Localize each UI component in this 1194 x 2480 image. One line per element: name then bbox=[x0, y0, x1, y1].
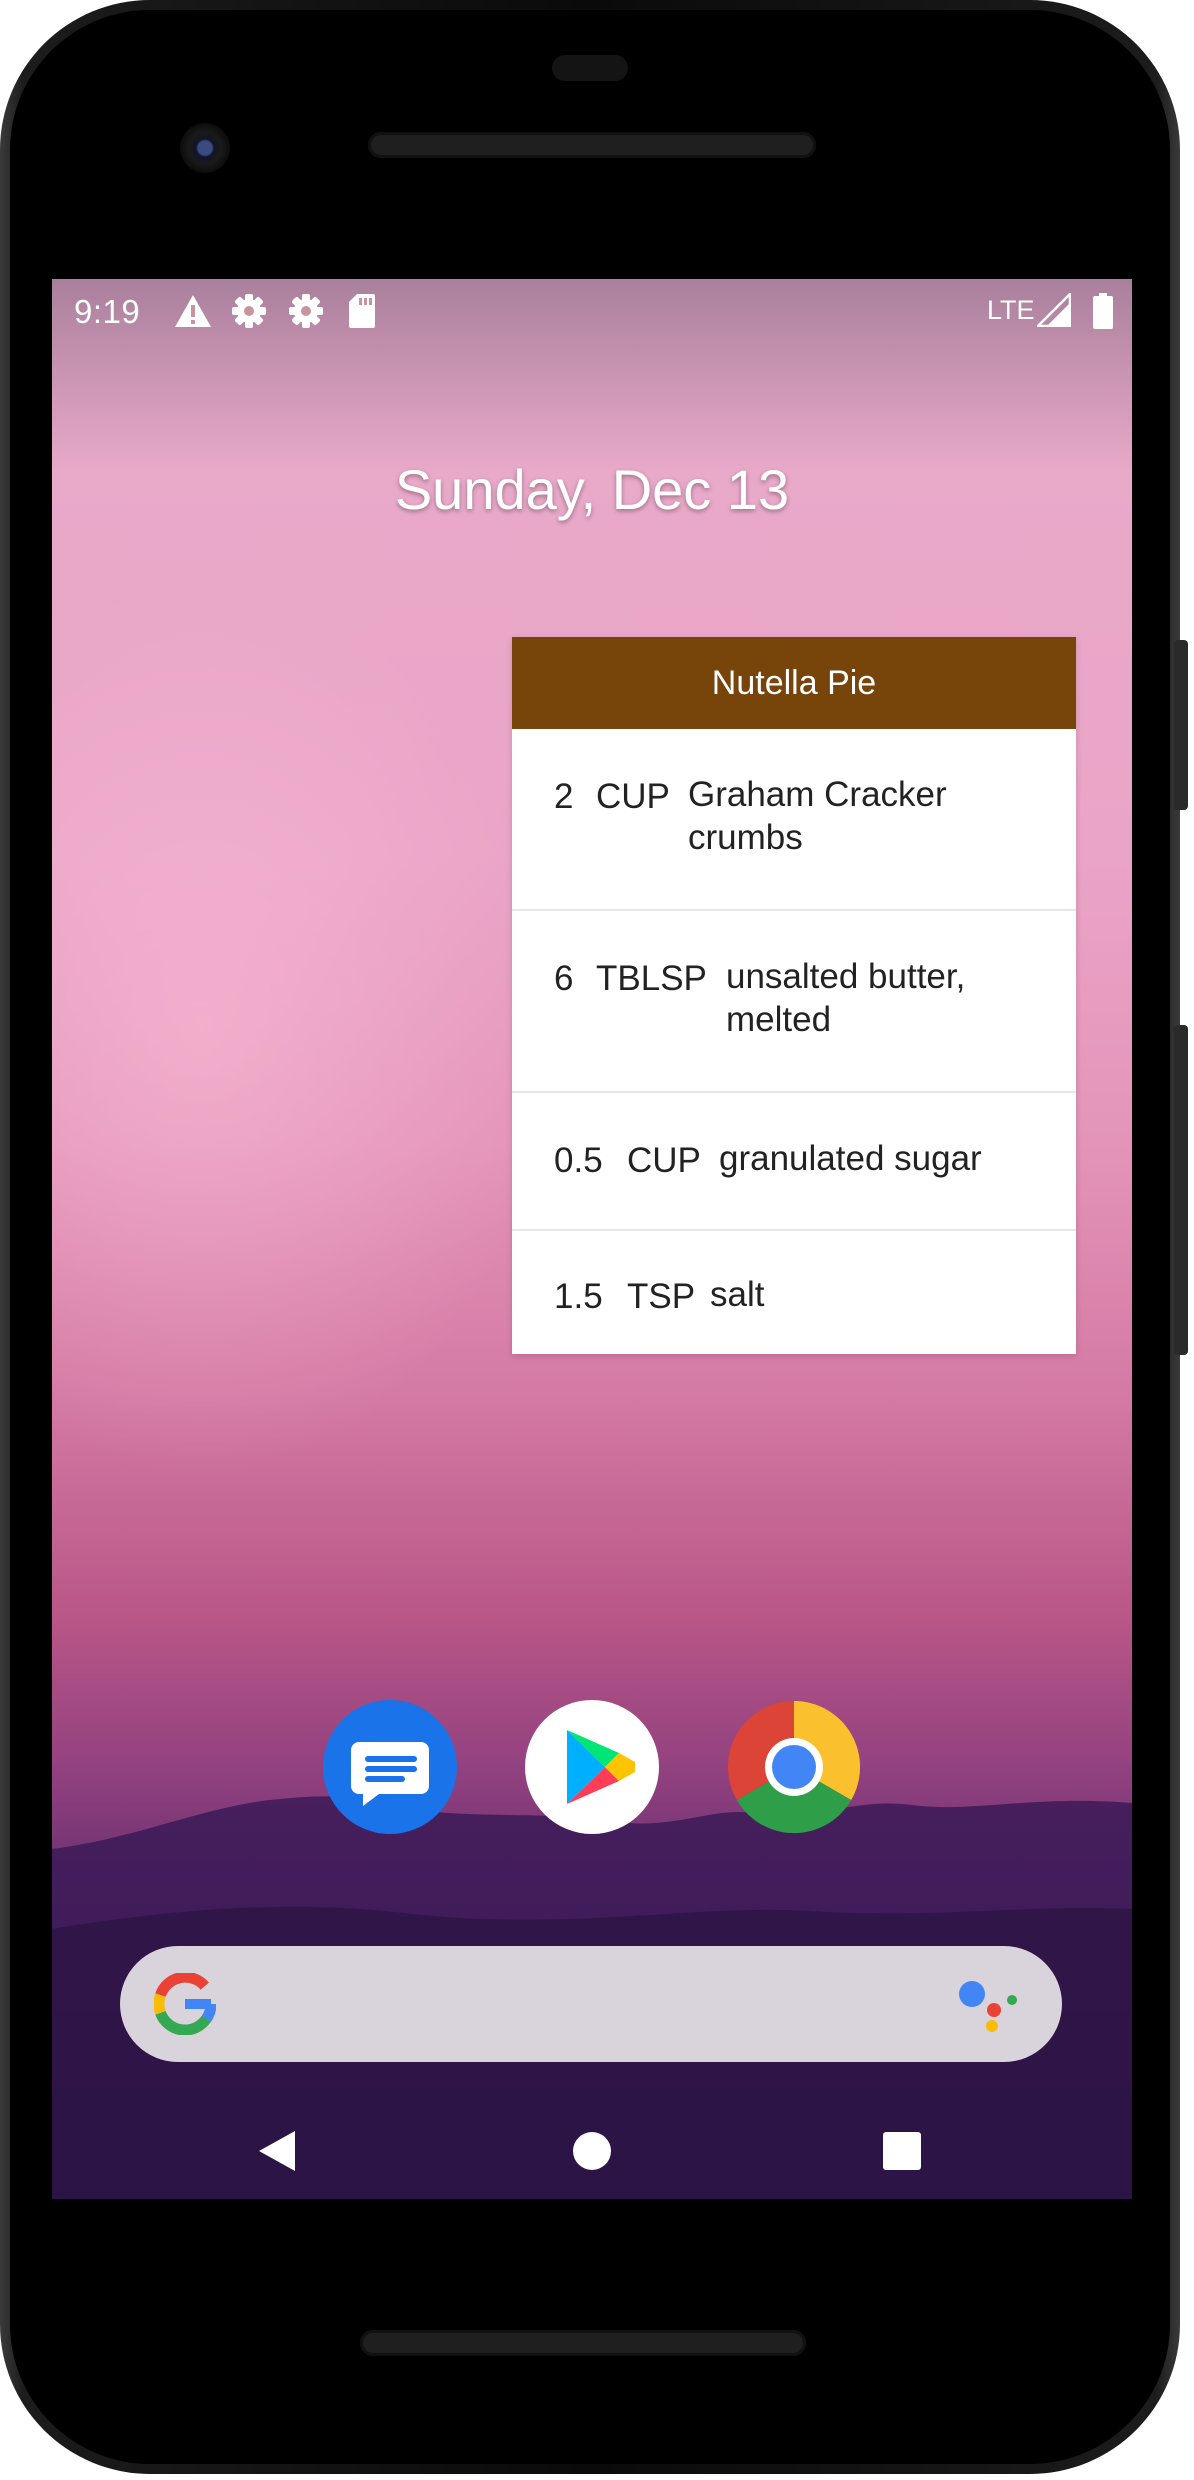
ingredient-row[interactable]: 2 CUP Graham Cracker crumbs bbox=[512, 729, 1076, 911]
bottom-speaker bbox=[360, 2330, 806, 2356]
ingredient-quantity: 1.5 bbox=[554, 1277, 603, 1316]
assistant-icon[interactable] bbox=[956, 1976, 1020, 2032]
warning-icon bbox=[175, 295, 211, 327]
ingredient-row[interactable]: 0.5 CUP granulated sugar bbox=[512, 1093, 1076, 1231]
ingredient-unit: CUP bbox=[627, 1141, 701, 1180]
front-camera bbox=[180, 123, 230, 173]
messages-icon[interactable] bbox=[323, 1700, 457, 1834]
home-date[interactable]: Sunday, Dec 13 bbox=[52, 457, 1132, 522]
widget-title[interactable]: Nutella Pie bbox=[512, 637, 1076, 729]
navigation-bar bbox=[52, 2099, 1132, 2199]
google-logo-icon bbox=[154, 1973, 216, 2035]
status-time: 9:19 bbox=[74, 293, 141, 330]
phone-frame: 9:19 LTE Sunday, Dec 13 Nutella Pie 2 CU… bbox=[0, 0, 1188, 2474]
settings-icon bbox=[232, 294, 266, 328]
settings-icon bbox=[289, 294, 323, 328]
ingredient-quantity: 0.5 bbox=[554, 1141, 603, 1180]
ingredient-name: unsalted butter, melted bbox=[726, 955, 965, 1041]
recents-button[interactable] bbox=[882, 2131, 922, 2171]
network-type: LTE bbox=[987, 295, 1035, 325]
ingredient-name-line: granulated sugar bbox=[719, 1139, 982, 1178]
chrome-icon[interactable] bbox=[727, 1700, 861, 1834]
google-search-bar[interactable] bbox=[120, 1946, 1062, 2062]
power-button bbox=[1174, 640, 1188, 810]
ingredient-name-line: crumbs bbox=[688, 818, 803, 857]
ingredient-name-line: unsalted butter, bbox=[726, 957, 966, 996]
ingredient-name: granulated sugar bbox=[719, 1137, 982, 1180]
ingredient-row[interactable]: 1.5 TSP salt bbox=[512, 1231, 1076, 1356]
play-store-icon[interactable] bbox=[525, 1700, 659, 1834]
status-bar: 9:19 LTE bbox=[52, 279, 1132, 343]
home-screen: 9:19 LTE Sunday, Dec 13 Nutella Pie 2 CU… bbox=[52, 279, 1132, 2199]
back-button[interactable] bbox=[257, 2129, 297, 2173]
volume-button bbox=[1174, 1025, 1188, 1355]
ingredient-row[interactable]: 6 TBLSP unsalted butter, melted bbox=[512, 911, 1076, 1093]
ingredient-unit: CUP bbox=[596, 777, 670, 816]
ingredient-name: Graham Cracker crumbs bbox=[688, 773, 947, 859]
ingredient-name: salt bbox=[710, 1273, 764, 1316]
battery-icon bbox=[1093, 293, 1113, 329]
ingredient-name-line: salt bbox=[710, 1275, 765, 1314]
home-button[interactable] bbox=[572, 2131, 612, 2171]
earpiece-speaker bbox=[368, 132, 816, 158]
recipe-widget[interactable]: Nutella Pie 2 CUP Graham Cracker crumbs … bbox=[512, 637, 1076, 1354]
ingredient-name-line: melted bbox=[726, 1000, 832, 1039]
ingredient-name-line: Graham Cracker bbox=[688, 775, 947, 814]
sd-card-icon bbox=[349, 294, 375, 328]
ingredient-unit: TBLSP bbox=[596, 959, 707, 998]
ingredient-unit: TSP bbox=[627, 1277, 696, 1316]
ingredient-quantity: 6 bbox=[554, 959, 574, 998]
proximity-sensor bbox=[552, 55, 628, 81]
ingredient-quantity: 2 bbox=[554, 777, 574, 816]
signal-icon bbox=[1037, 293, 1071, 327]
